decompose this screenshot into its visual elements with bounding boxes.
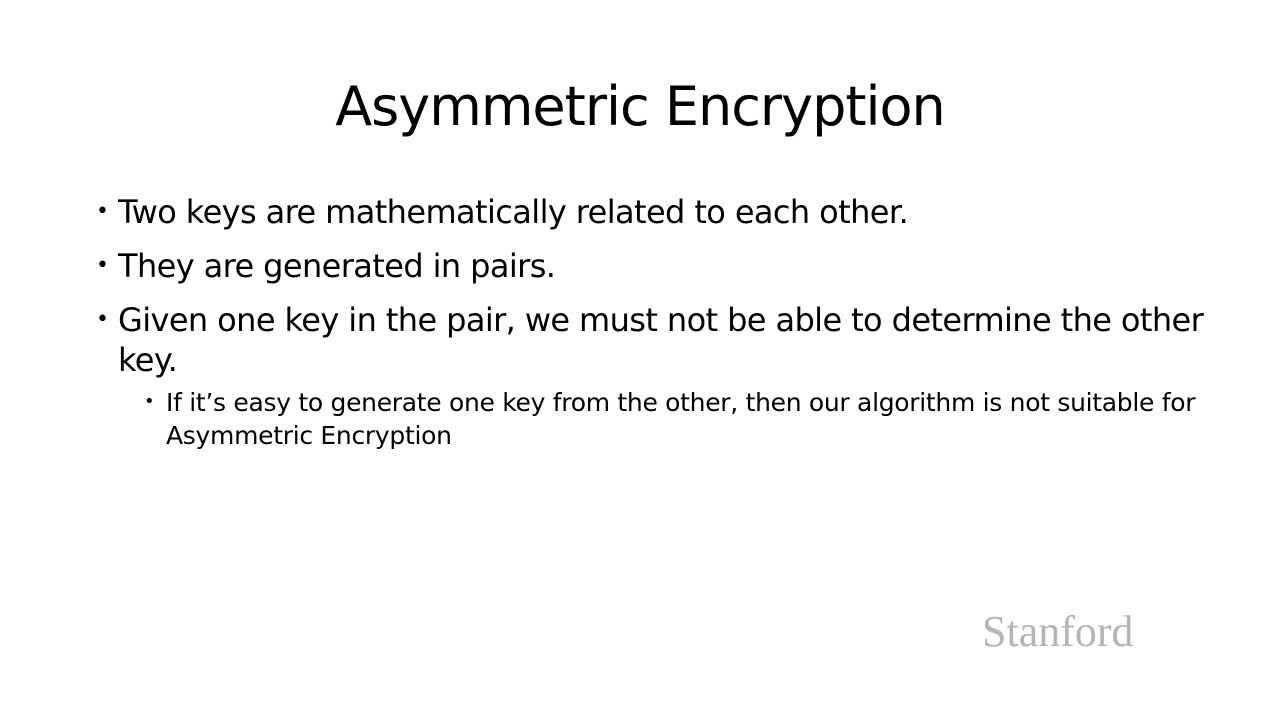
sub-bullet-text: If it’s easy to generate one key from th… bbox=[166, 388, 1196, 450]
bullet-marker: • bbox=[96, 307, 109, 332]
sub-bullet-marker: • bbox=[144, 391, 155, 412]
bullet-item: • They are generated in pairs. bbox=[96, 246, 1216, 286]
bullet-list: • Two keys are mathematically related to… bbox=[96, 192, 1216, 466]
sub-bullet-item: • If it’s easy to generate one key from … bbox=[144, 386, 1216, 452]
slide: Asymmetric Encryption • Two keys are mat… bbox=[0, 0, 1280, 720]
bullet-text: They are generated in pairs. bbox=[118, 247, 556, 285]
slide-title: Asymmetric Encryption bbox=[335, 75, 946, 138]
bullet-text: Given one key in the pair, we must not b… bbox=[118, 301, 1204, 379]
sub-bullet-list: • If it’s easy to generate one key from … bbox=[144, 386, 1216, 452]
bullet-text: Two keys are mathematically related to e… bbox=[118, 193, 909, 231]
bullet-marker: • bbox=[96, 199, 109, 224]
stanford-logo: Stanford bbox=[982, 607, 1134, 656]
bullet-item: • Two keys are mathematically related to… bbox=[96, 192, 1216, 232]
bullet-item: • Given one key in the pair, we must not… bbox=[96, 300, 1216, 452]
bullet-marker: • bbox=[96, 253, 109, 278]
